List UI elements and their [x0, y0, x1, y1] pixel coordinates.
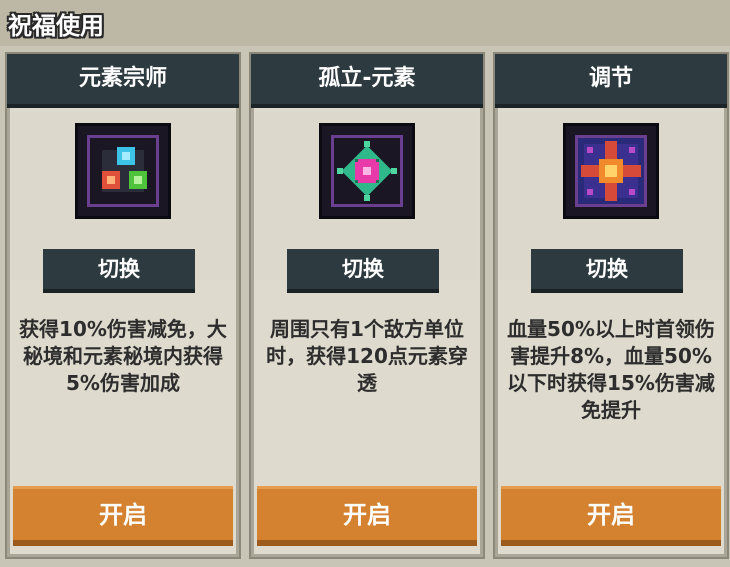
card-title: 元素宗师	[7, 54, 239, 108]
card-description: 血量50%以上时首领伤害提升8%，血量50%以下时获得15%伤害减免提升	[507, 317, 715, 422]
open-button[interactable]: 开启	[13, 486, 233, 546]
card-title: 孤立-元素	[251, 54, 483, 108]
blessing-card-regulation: 调节 切换 血量50%以上时首领伤害提升8%，血量50%以下时获得15%伤害减免…	[495, 54, 727, 557]
regulation-icon	[566, 126, 656, 216]
card-description: 获得10%伤害减免，大秘境和元素秘境内获得5%伤害加成	[19, 317, 227, 395]
blessing-card-elemental-master: 元素宗师 切换 获得10%伤害减免，大秘境和元素秘境内获得5%伤害加成 开启	[7, 54, 239, 557]
switch-button[interactable]: 切换	[43, 249, 195, 293]
open-button[interactable]: 开启	[501, 486, 721, 546]
switch-button[interactable]: 切换	[531, 249, 683, 293]
title-bar: 祝福使用	[0, 0, 730, 46]
card-description: 周围只有1个敌方单位时，获得120点元素穿透	[266, 317, 468, 395]
switch-button[interactable]: 切换	[287, 249, 439, 293]
panel-title: 祝福使用	[8, 12, 104, 40]
isolation-element-icon	[322, 126, 412, 216]
open-button[interactable]: 开启	[257, 486, 477, 546]
blessing-card-isolation-element: 孤立-元素 切换 周围只有1个敌方单位时，获得120点元素穿透 开启	[251, 54, 483, 557]
card-title: 调节	[495, 54, 727, 108]
elemental-master-icon	[78, 126, 168, 216]
